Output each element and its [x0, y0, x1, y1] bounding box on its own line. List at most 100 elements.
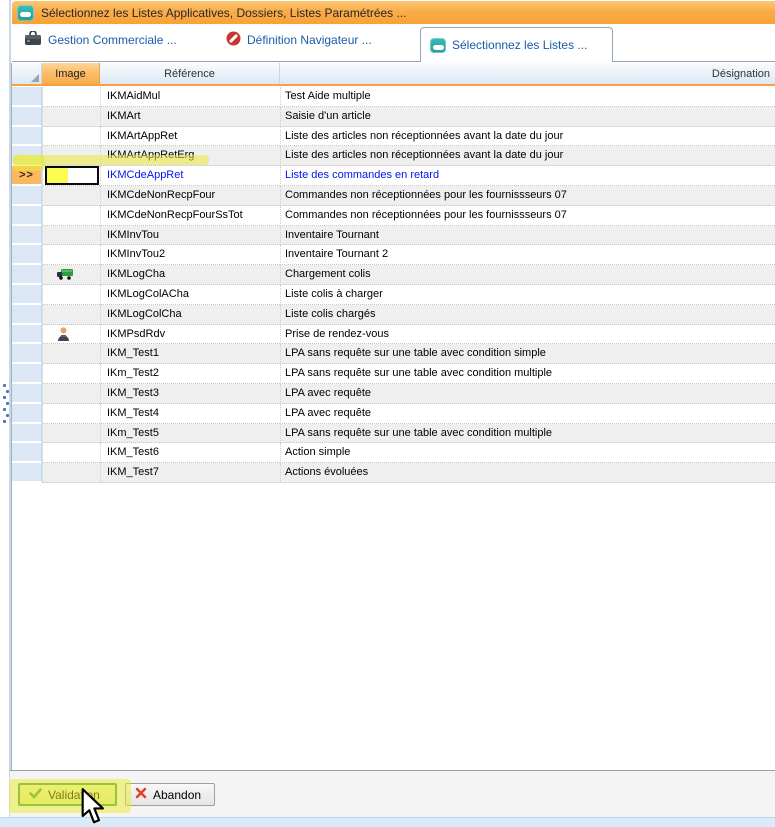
reference-cell[interactable]: IKM_Test6	[100, 443, 280, 463]
image-cell[interactable]	[42, 424, 100, 444]
image-cell[interactable]	[42, 87, 100, 107]
table-row[interactable]: IKMAidMulTest Aide multiple	[0, 87, 775, 107]
table-row[interactable]: IKMLogChaChargement colis	[0, 265, 775, 285]
designation-cell[interactable]: Action simple	[280, 443, 775, 463]
table-row[interactable]: IKMInvTouInventaire Tournant	[0, 226, 775, 246]
designation-cell[interactable]: Inventaire Tournant 2	[280, 245, 775, 265]
row-selector[interactable]	[12, 107, 42, 127]
image-cell[interactable]	[42, 186, 100, 206]
table-row[interactable]: IKm_Test5LPA sans requête sur une table …	[0, 424, 775, 444]
table-row[interactable]: IKMCdeNonRecpFourSsTotCommandes non réce…	[0, 206, 775, 226]
row-selector[interactable]	[12, 344, 42, 364]
designation-cell[interactable]: Liste des articles non réceptionnées ava…	[280, 127, 775, 147]
table-row[interactable]: >> IKMCdeAppRetListe des commandes en ret…	[0, 166, 775, 186]
row-selector[interactable]	[12, 404, 42, 424]
row-selector[interactable]	[12, 325, 42, 345]
designation-cell[interactable]: LPA sans requête sur une table avec cond…	[280, 364, 775, 384]
designation-cell[interactable]: Commandes non réceptionnées pour les fou…	[280, 206, 775, 226]
table-row[interactable]: IKM_Test1LPA sans requête sur une table …	[0, 344, 775, 364]
row-selector[interactable]	[12, 186, 42, 206]
window-titlebar[interactable]: Sélectionnez les Listes Applicatives, Do…	[12, 1, 775, 24]
table-row[interactable]: IKMArtSaisie d'un article	[0, 107, 775, 127]
designation-cell[interactable]: Inventaire Tournant	[280, 226, 775, 246]
row-selector[interactable]	[12, 206, 42, 226]
table-row[interactable]: IKMArtAppRetErgListe des articles non ré…	[0, 146, 775, 166]
table-row[interactable]: IKMArtAppRetListe des articles non récep…	[0, 127, 775, 147]
image-cell[interactable]	[42, 404, 100, 424]
column-header-designation[interactable]: Désignation	[280, 63, 775, 84]
image-cell[interactable]	[42, 146, 100, 166]
image-cell[interactable]	[42, 305, 100, 325]
designation-cell[interactable]: LPA sans requête sur une table avec cond…	[280, 344, 775, 364]
reference-cell[interactable]: IKMCdeAppRet	[100, 166, 280, 186]
designation-cell[interactable]: Liste des articles non réceptionnées ava…	[280, 146, 775, 166]
image-cell[interactable]	[42, 364, 100, 384]
table-row[interactable]: IKM_Test4LPA avec requête	[0, 404, 775, 424]
table-row[interactable]: IKMPsdRdvPrise de rendez-vous	[0, 325, 775, 345]
designation-cell[interactable]: LPA avec requête	[280, 384, 775, 404]
table-row[interactable]: IKMInvTou2Inventaire Tournant 2	[0, 245, 775, 265]
select-all-corner[interactable]	[12, 63, 42, 84]
image-cell[interactable]	[42, 245, 100, 265]
row-selector[interactable]	[12, 384, 42, 404]
row-selector[interactable]	[12, 285, 42, 305]
image-cell[interactable]	[42, 463, 100, 483]
image-cell[interactable]	[42, 127, 100, 147]
table-row[interactable]: IKM_Test6Action simple	[0, 443, 775, 463]
abandon-button[interactable]: Abandon	[125, 783, 215, 806]
tab-selectionnez-les-listes[interactable]: Sélectionnez les Listes ...	[420, 27, 613, 62]
row-selector[interactable]	[12, 87, 42, 107]
active-edit-cell[interactable]	[45, 166, 99, 185]
image-cell[interactable]	[42, 226, 100, 246]
column-header-reference[interactable]: Référence	[100, 63, 280, 84]
designation-cell[interactable]: Liste colis à charger	[280, 285, 775, 305]
table-row[interactable]: IKm_Test2LPA sans requête sur une table …	[0, 364, 775, 384]
image-cell[interactable]	[42, 166, 100, 186]
designation-cell[interactable]: Chargement colis	[280, 265, 775, 285]
designation-cell[interactable]: Actions évoluées	[280, 463, 775, 483]
designation-cell[interactable]: LPA avec requête	[280, 404, 775, 424]
reference-cell[interactable]: IKm_Test2	[100, 364, 280, 384]
row-selector[interactable]	[12, 364, 42, 384]
row-selector[interactable]	[12, 245, 42, 265]
image-cell[interactable]	[42, 344, 100, 364]
row-selector[interactable]	[12, 127, 42, 147]
designation-cell[interactable]: Commandes non réceptionnées pour les fou…	[280, 186, 775, 206]
row-selector[interactable]: >>	[12, 166, 42, 186]
reference-cell[interactable]: IKM_Test1	[100, 344, 280, 364]
table-row[interactable]: IKM_Test3LPA avec requête	[0, 384, 775, 404]
reference-cell[interactable]: IKMInvTou2	[100, 245, 280, 265]
reference-cell[interactable]: IKMCdeNonRecpFour	[100, 186, 280, 206]
reference-cell[interactable]: IKMLogColCha	[100, 305, 280, 325]
reference-cell[interactable]: IKMLogColACha	[100, 285, 280, 305]
image-cell[interactable]	[42, 285, 100, 305]
reference-cell[interactable]: IKMArt	[100, 107, 280, 127]
image-cell[interactable]	[42, 325, 100, 345]
designation-cell[interactable]: Saisie d'un article	[280, 107, 775, 127]
image-cell[interactable]	[42, 443, 100, 463]
row-selector[interactable]	[12, 424, 42, 444]
image-cell[interactable]	[42, 265, 100, 285]
reference-cell[interactable]: IKMPsdRdv	[100, 325, 280, 345]
tab-gestion-commerciale[interactable]: Gestion Commerciale ...	[24, 31, 177, 49]
row-selector[interactable]	[12, 146, 42, 166]
table-row[interactable]: IKMLogColChaListe colis chargés	[0, 305, 775, 325]
image-cell[interactable]	[42, 206, 100, 226]
table-row[interactable]: IKMCdeNonRecpFourCommandes non réception…	[0, 186, 775, 206]
designation-cell[interactable]: Liste des commandes en retard	[280, 166, 775, 186]
column-header-image[interactable]: Image	[42, 63, 100, 84]
row-selector[interactable]	[12, 305, 42, 325]
reference-cell[interactable]: IKMInvTou	[100, 226, 280, 246]
designation-cell[interactable]: Prise de rendez-vous	[280, 325, 775, 345]
reference-cell[interactable]: IKMCdeNonRecpFourSsTot	[100, 206, 280, 226]
table-row[interactable]: IKMLogColAChaListe colis à charger	[0, 285, 775, 305]
row-selector[interactable]	[12, 463, 42, 483]
reference-cell[interactable]: IKMAidMul	[100, 87, 280, 107]
reference-cell[interactable]: IKMArtAppRet	[100, 127, 280, 147]
row-selector[interactable]	[12, 226, 42, 246]
designation-cell[interactable]: Test Aide multiple	[280, 87, 775, 107]
row-selector[interactable]	[12, 443, 42, 463]
image-cell[interactable]	[42, 384, 100, 404]
reference-cell[interactable]: IKM_Test4	[100, 404, 280, 424]
reference-cell[interactable]: IKMArtAppRetErg	[100, 146, 280, 166]
